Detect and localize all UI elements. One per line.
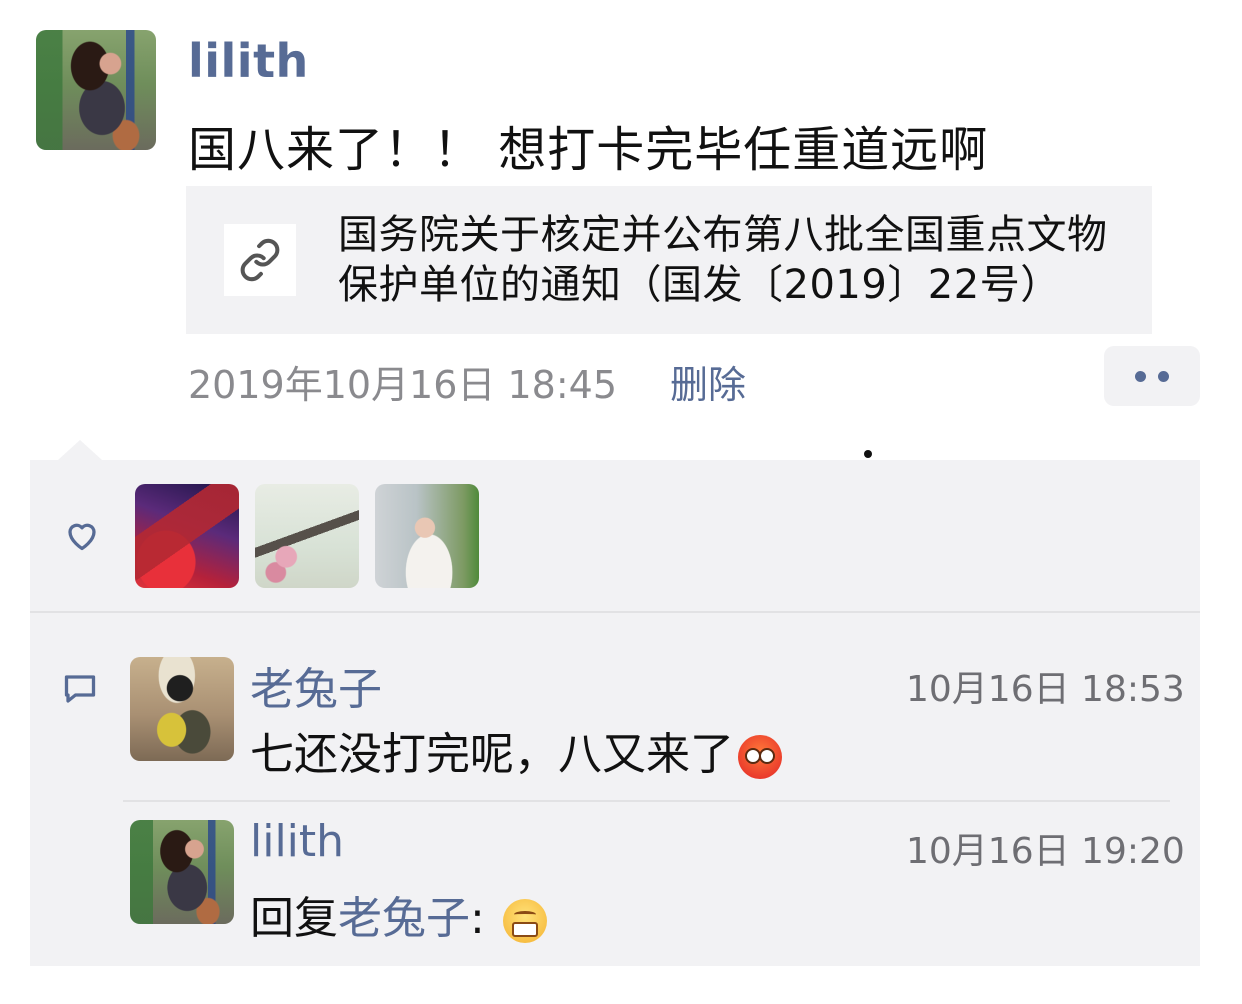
comment-author-avatar[interactable] [130,657,234,761]
more-dots-icon [1135,371,1146,382]
reply-separator: : [470,893,485,944]
delete-button[interactable]: 删除 [670,354,746,409]
shared-link-card[interactable]: 国务院关于核定并公布第八批全国重点文物保护单位的通知（国发〔2019〕22号） [186,186,1152,334]
post-author-avatar[interactable] [36,30,156,150]
post-author-name[interactable]: lilith [188,34,309,88]
link-icon [224,224,296,296]
heart-outline-icon [64,518,100,556]
comment-timestamp: 10月16日 19:20 [906,831,1185,872]
like-avatar[interactable] [375,484,479,588]
panel-pointer [58,440,102,460]
divider [30,611,1200,613]
link-title: 国务院关于核定并公布第八批全国重点文物保护单位的通知（国发〔2019〕22号） [338,212,1108,308]
reply-target-name[interactable]: 老兔子 [338,893,470,944]
comment-author-name[interactable]: lilith [250,816,344,867]
grinning-face-emoji-icon [502,899,547,943]
comment-author-avatar[interactable] [130,820,234,924]
more-actions-button[interactable] [1104,346,1200,406]
comment-author-name[interactable]: 老兔子 [250,653,382,717]
comment-body: 七还没打完呢，八又来了 [250,729,734,780]
more-dots-icon [1158,371,1169,382]
like-avatar[interactable] [255,484,359,588]
like-avatar[interactable] [135,484,239,588]
comment-timestamp: 10月16日 18:53 [906,669,1185,710]
pleading-face-emoji-icon [738,735,782,779]
divider [123,800,1170,802]
comment-text[interactable]: 七还没打完呢，八又来了 [250,718,782,782]
reply-prefix: 回复 [250,893,338,944]
post-text: 国八来了！！ 想打卡完毕任重道远啊 [188,122,989,178]
comment-bubble-icon [62,672,98,710]
post-timestamp: 2019年10月16日 18:45 [188,363,618,407]
reply-text[interactable]: 回复老兔子: [250,882,547,946]
decorative-dot [864,450,872,458]
